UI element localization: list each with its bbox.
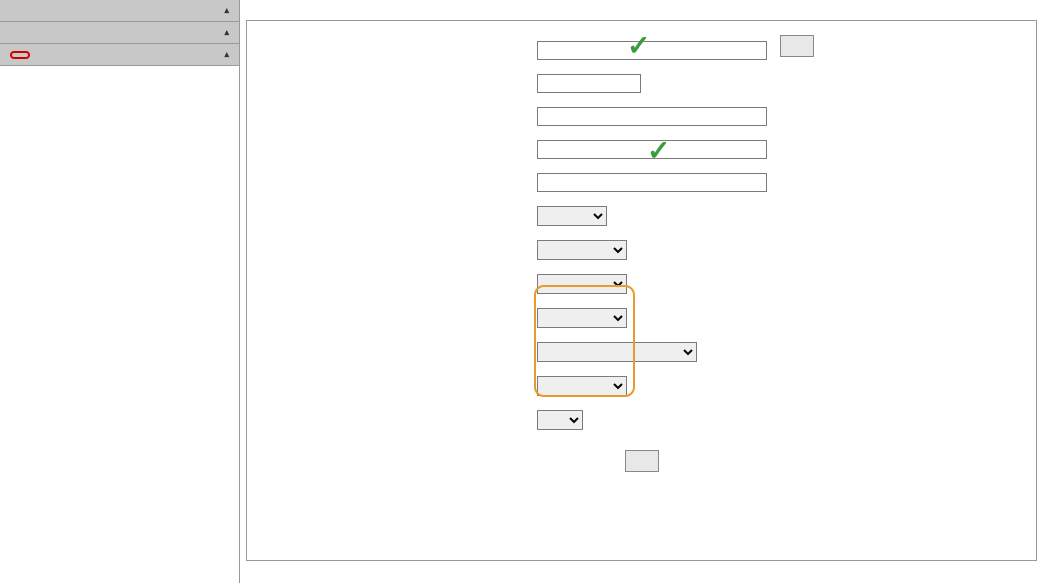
comm-errors-select[interactable] — [537, 342, 697, 362]
left-sidebar: ▴ ▴ ▴ — [0, 0, 240, 583]
attach-payload-select[interactable] — [537, 410, 583, 430]
label-comm-errors — [257, 342, 537, 372]
label-agent-errors — [257, 274, 537, 304]
section-company-config[interactable]: ▴ — [0, 0, 239, 22]
save-changes-button[interactable] — [625, 450, 659, 472]
server-errors-select[interactable] — [537, 308, 627, 328]
label-attach-payload — [257, 410, 537, 440]
smtp-port-input[interactable] — [537, 74, 641, 93]
chevron-up-icon: ▴ — [224, 5, 229, 16]
main-area: ✓ ✓ — [240, 0, 1043, 583]
tab-content: ✓ ✓ — [246, 21, 1037, 561]
section-license-monitor[interactable]: ▴ — [0, 22, 239, 44]
bad-http-select[interactable] — [537, 376, 627, 396]
admin-email-input[interactable] — [537, 140, 767, 159]
label-new-agents — [257, 240, 537, 270]
language-select[interactable] — [537, 206, 607, 226]
label-server-errors — [257, 308, 537, 338]
label-email-from — [257, 173, 537, 202]
chevron-up-icon: ▴ — [224, 27, 229, 38]
label-admin-email — [257, 140, 537, 169]
email-from-input[interactable] — [537, 173, 767, 192]
smtp-server-input[interactable] — [537, 41, 767, 60]
agent-errors-select[interactable] — [537, 274, 627, 294]
edgesight-server-input[interactable] — [537, 107, 767, 126]
chevron-up-icon: ▴ — [224, 49, 229, 60]
label-smtp-server — [257, 35, 537, 70]
label-edgesight-server — [257, 107, 537, 136]
new-agents-select[interactable] — [537, 240, 627, 260]
label-language — [257, 206, 537, 236]
section-server-config[interactable]: ▴ — [0, 44, 239, 66]
label-bad-http — [257, 376, 537, 406]
test-email-button[interactable] — [780, 35, 814, 57]
label-smtp-port — [257, 74, 537, 103]
